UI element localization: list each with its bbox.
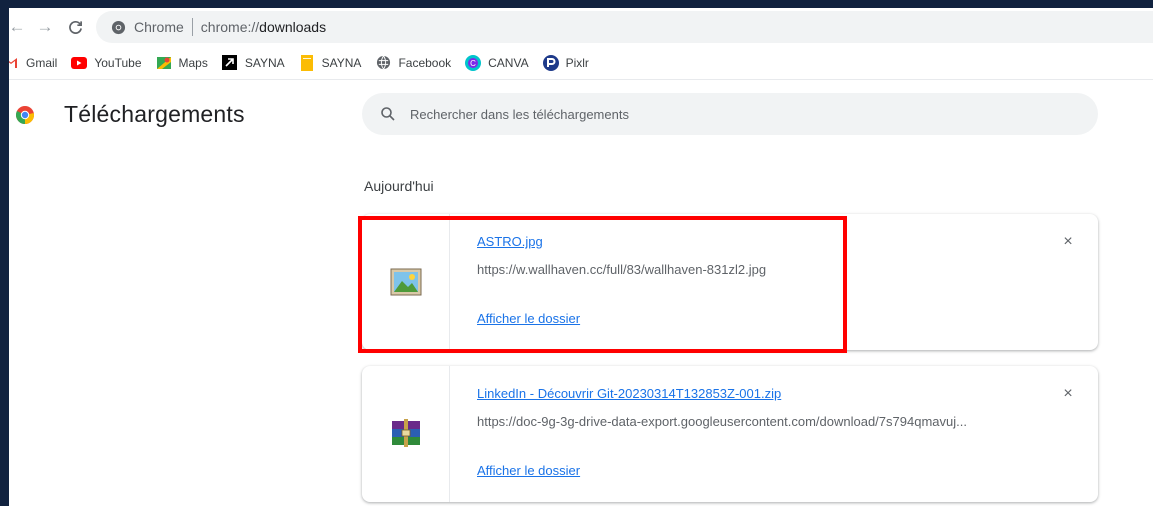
file-source-url: https://w.wallhaven.cc/full/83/wallhaven…: [477, 262, 767, 277]
show-in-folder-link[interactable]: Afficher le dossier: [477, 311, 580, 326]
bookmark-label: SAYNA: [321, 55, 362, 70]
download-item: LinkedIn - Découvrir Git-20230314T132853…: [362, 366, 1098, 502]
youtube-icon: [71, 55, 88, 71]
image-file-icon: [390, 268, 421, 296]
address-bar[interactable]: Chrome chrome:// downloads: [96, 11, 1153, 43]
window-frame-top: [0, 0, 1153, 8]
bookmark-label: Facebook: [398, 55, 452, 70]
address-separator: [191, 18, 193, 36]
search-icon: [381, 107, 395, 121]
bookmark-sayna-2[interactable]: SAYNA: [299, 54, 362, 71]
chrome-page-icon: [110, 19, 126, 35]
browser-window: ← → Chrome chrome:// downloads Gmail You…: [0, 0, 1153, 506]
chrome-logo-icon: [16, 106, 34, 124]
bookmarks-bar: Gmail YouTube Maps SAYNA SAYNA Facebook …: [0, 46, 1153, 80]
file-name-link[interactable]: ASTRO.jpg: [477, 234, 543, 249]
bookmark-maps[interactable]: Maps: [156, 55, 208, 71]
page-title: Téléchargements: [64, 101, 245, 127]
canva-icon: C: [465, 54, 482, 71]
search-input[interactable]: [410, 106, 1050, 122]
file-thumbnail: [362, 366, 450, 502]
downloads-page: Téléchargements Aujourd'hui ASTRO.jpg: [0, 80, 1153, 506]
browser-toolbar: ← → Chrome chrome:// downloads: [0, 8, 1153, 46]
bookmark-pixlr[interactable]: Pixlr: [542, 54, 589, 71]
svg-text:C: C: [470, 59, 476, 68]
winrar-archive-icon: [391, 419, 420, 447]
bookmark-gmail[interactable]: Gmail: [3, 55, 57, 71]
file-name-link[interactable]: LinkedIn - Découvrir Git-20230314T132853…: [477, 386, 781, 401]
date-section-label: Aujourd'hui: [364, 178, 434, 194]
url-host: downloads: [259, 19, 327, 35]
page-header: Téléchargements: [0, 80, 1153, 152]
remove-download-button[interactable]: ×: [1058, 232, 1078, 252]
file-source-url: https://doc-9g-3g-drive-data-export.goog…: [477, 414, 967, 429]
reload-button[interactable]: [62, 14, 88, 40]
pixlr-icon: [542, 54, 559, 71]
download-item: ASTRO.jpg https://w.wallhaven.cc/full/83…: [362, 214, 1098, 350]
bookmark-youtube[interactable]: YouTube: [71, 55, 142, 71]
show-in-folder-link[interactable]: Afficher le dossier: [477, 463, 580, 478]
address-chip-label: Chrome: [134, 19, 184, 35]
url-scheme: chrome://: [200, 19, 260, 35]
window-frame-left: [0, 0, 9, 506]
maps-icon: [156, 55, 172, 71]
sayna-icon: [222, 55, 238, 71]
close-icon: ×: [1063, 385, 1073, 402]
close-icon: ×: [1063, 233, 1073, 250]
reload-icon: [68, 20, 82, 34]
bookmark-label: CANVA: [488, 55, 529, 70]
bookmark-facebook[interactable]: Facebook: [375, 55, 451, 71]
bookmark-label: Gmail: [26, 55, 58, 70]
file-thumbnail: [362, 214, 450, 350]
bookmark-sayna[interactable]: SAYNA: [222, 55, 285, 71]
bookmark-label: SAYNA: [244, 55, 285, 70]
bookmark-canva[interactable]: C CANVA: [465, 54, 529, 71]
search-bar[interactable]: [362, 93, 1098, 135]
remove-download-button[interactable]: ×: [1058, 384, 1078, 404]
bookmark-label: Pixlr: [565, 55, 589, 70]
bookmark-label: YouTube: [94, 55, 142, 70]
forward-button[interactable]: →: [32, 14, 58, 40]
globe-icon: [375, 55, 391, 71]
folder-note-icon: [299, 54, 315, 71]
bookmark-label: Maps: [178, 55, 208, 70]
